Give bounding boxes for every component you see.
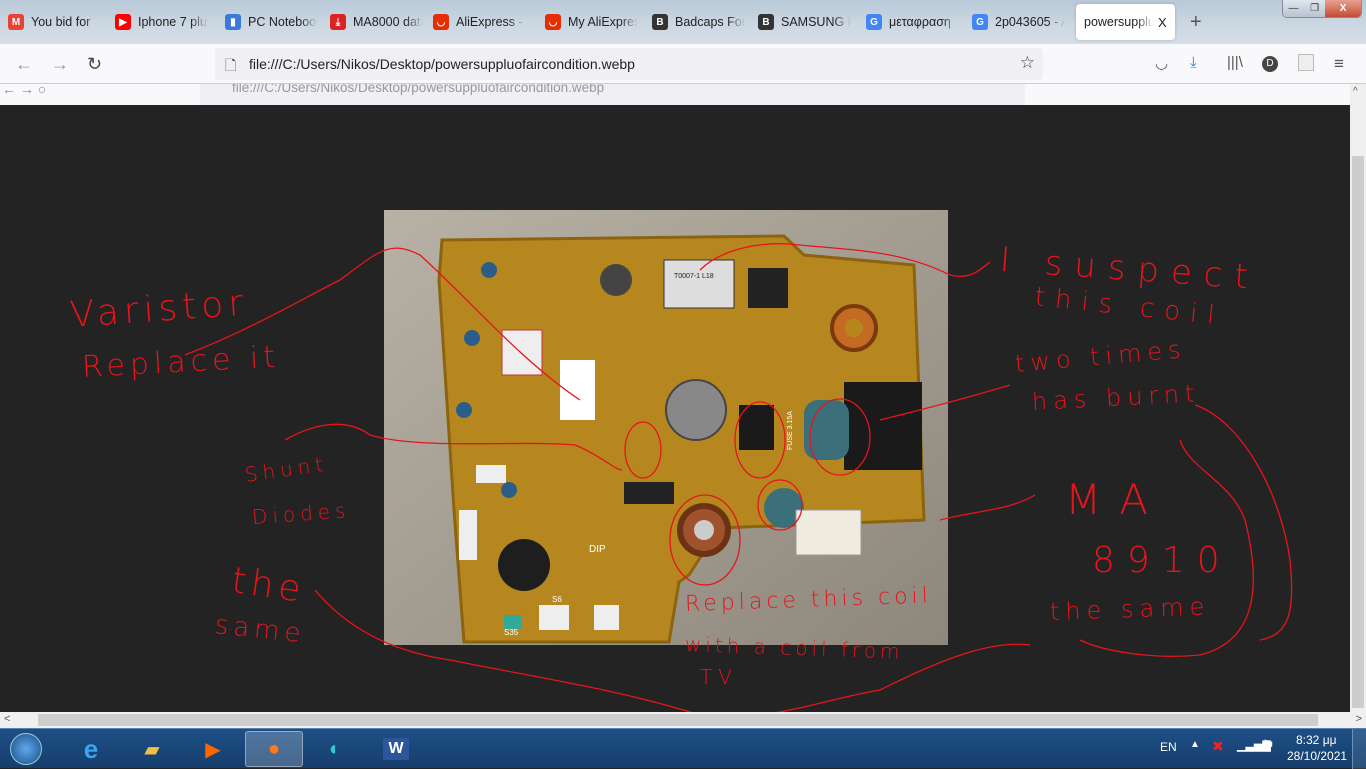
url-text[interactable]: file:///C:/Users/Nikos/Desktop/powersupp… bbox=[249, 56, 635, 72]
relay bbox=[844, 382, 922, 470]
show-hidden-icons[interactable]: ▲ bbox=[1190, 739, 1200, 750]
vertical-scroll-thumb[interactable] bbox=[1352, 156, 1364, 708]
annotation-the-same-right: the same bbox=[1049, 592, 1211, 626]
tab[interactable]: Gμεταφραση bbox=[866, 5, 959, 39]
horizontal-scrollbar[interactable]: < > bbox=[0, 712, 1366, 728]
svg-text:T0007-1 L18: T0007-1 L18 bbox=[674, 273, 714, 280]
pcb-board-drawing: T0007-1 L18 DIP S6 S35 FUSE 3.15A bbox=[384, 210, 948, 645]
tab[interactable]: B SAMSUNG R bbox=[758, 5, 851, 39]
captured-nav-icons: ← → ○ bbox=[2, 84, 47, 97]
reload-button[interactable]: ↻ bbox=[87, 54, 102, 75]
back-button[interactable]: ← bbox=[15, 54, 33, 75]
tab-label: Badcaps Forum bbox=[675, 15, 745, 29]
tab-label: μεταφραση bbox=[889, 15, 951, 29]
file-explorer-icon[interactable]: ▰ bbox=[123, 731, 181, 767]
scroll-up-icon[interactable]: ^ bbox=[1353, 86, 1358, 97]
menu-icon[interactable]: ≡ bbox=[1334, 54, 1344, 74]
word-icon[interactable]: W bbox=[367, 731, 425, 767]
tab[interactable]: G 2p043605 - A bbox=[972, 5, 1065, 39]
tab-label: 2p043605 - A bbox=[995, 15, 1065, 29]
transformer bbox=[663, 259, 735, 309]
tab[interactable]: M You bid for bbox=[8, 5, 101, 39]
bulk-capacitor bbox=[665, 379, 727, 441]
tab[interactable]: ▶ Iphone 7 plus bbox=[115, 5, 208, 39]
power-plug-icon[interactable]: ✖ bbox=[1212, 738, 1224, 755]
tab-bar: M You bid for ▶ Iphone 7 plus ▮ PC Notebook ⤓ M… bbox=[0, 0, 1366, 44]
library-icon[interactable]: |||\ bbox=[1227, 54, 1243, 71]
firefox-icon[interactable]: ● bbox=[245, 731, 303, 767]
svg-text:DIP: DIP bbox=[589, 544, 606, 555]
minimize-button[interactable]: — bbox=[1283, 0, 1305, 17]
tab[interactable]: ◡ AliExpress - bbox=[433, 5, 526, 39]
vertical-scrollbar[interactable]: ^ bbox=[1350, 84, 1366, 712]
navigation-toolbar: ← → ↻ 🗋 file:///C:/Users/Nikos/Desktop/p… bbox=[0, 44, 1366, 84]
restore-button[interactable]: ❐ bbox=[1304, 0, 1326, 17]
tab-label: SAMSUNG R bbox=[781, 15, 851, 29]
buzzer bbox=[498, 539, 550, 591]
window-controls: — ❐ X bbox=[1282, 0, 1362, 18]
close-window-button[interactable]: X bbox=[1325, 0, 1361, 17]
media-player-icon[interactable]: ▶ bbox=[184, 731, 242, 767]
tab-label: AliExpress - bbox=[456, 15, 523, 29]
svg-text:FUSE 3.15A: FUSE 3.15A bbox=[787, 411, 794, 450]
action-center-flag-icon[interactable]: ⚑ bbox=[1262, 737, 1275, 754]
edge-icon[interactable]: ◐ bbox=[306, 731, 364, 767]
address-bar[interactable]: 🗋 file:///C:/Users/Nikos/Desktop/powersu… bbox=[215, 48, 1043, 80]
language-indicator[interactable]: EN bbox=[1160, 740, 1177, 754]
captured-url: file:///C:/Users/Nikos/Desktop/powersupp… bbox=[200, 84, 1025, 105]
scroll-right-icon[interactable]: > bbox=[1356, 713, 1362, 725]
downloads-icon[interactable]: ⤓ bbox=[1190, 54, 1197, 71]
tab-label: My AliExpress bbox=[568, 15, 638, 29]
clock-date[interactable]: 28/10/2021 bbox=[1287, 749, 1347, 763]
annotation-tv: TV bbox=[700, 665, 738, 689]
internet-explorer-icon[interactable]: e bbox=[62, 731, 120, 767]
tab-label: powersuppluofaircondition bbox=[1084, 15, 1154, 29]
gmail-icon: M bbox=[8, 14, 24, 30]
x-capacitor bbox=[804, 400, 849, 460]
clock-time[interactable]: 8:32 μμ bbox=[1296, 733, 1337, 747]
bookmark-star-icon[interactable]: ☆ bbox=[1020, 53, 1035, 73]
annotation-ma: MA bbox=[1065, 475, 1166, 524]
pcb-photo: T0007-1 L18 DIP S6 S35 FUSE 3.15A bbox=[384, 210, 948, 645]
tab[interactable]: powersuppluofaircondition X bbox=[1076, 4, 1175, 40]
tab-label: PC Notebook bbox=[248, 15, 318, 29]
close-tab-icon[interactable]: X bbox=[1158, 15, 1167, 30]
page-icon: 🗋 bbox=[225, 57, 237, 73]
badcaps-icon: B bbox=[652, 14, 668, 30]
forward-button[interactable]: → bbox=[51, 54, 69, 75]
shopping-bag-icon: ▮ bbox=[225, 14, 241, 30]
show-desktop-button[interactable] bbox=[1352, 729, 1366, 769]
tab[interactable]: B Badcaps Forum bbox=[652, 5, 745, 39]
tab-label: Iphone 7 plus bbox=[138, 15, 208, 29]
svg-text:S6: S6 bbox=[552, 595, 562, 604]
tab[interactable]: ▮ PC Notebook bbox=[225, 5, 318, 39]
tab[interactable]: ⤓ MA8000 datasheet bbox=[330, 5, 423, 39]
annotation-8910: 8910 bbox=[1092, 540, 1232, 581]
badcaps-icon: B bbox=[758, 14, 774, 30]
svg-text:S35: S35 bbox=[504, 628, 519, 637]
pocket-icon[interactable]: ◡ bbox=[1155, 54, 1168, 72]
start-button[interactable] bbox=[0, 731, 52, 767]
extension-icon[interactable] bbox=[1298, 54, 1314, 71]
new-tab-button[interactable]: + bbox=[1190, 5, 1202, 39]
tab-label: You bid for bbox=[31, 15, 91, 29]
google-icon: G bbox=[972, 14, 988, 30]
google-icon: G bbox=[866, 14, 882, 30]
taskbar: e ▰ ▶ ● ◐ W EN ▲ ✖ ▁▃▅▇ ⚑ 8:32 μμ 28/10/… bbox=[0, 728, 1366, 769]
aliexpress-icon: ◡ bbox=[545, 14, 561, 30]
scroll-left-icon[interactable]: < bbox=[4, 713, 10, 725]
tab-label: MA8000 datasheet bbox=[353, 15, 423, 29]
account-avatar-icon[interactable]: D bbox=[1262, 56, 1278, 72]
tab[interactable]: ◡ My AliExpress bbox=[545, 5, 638, 39]
horizontal-scroll-thumb[interactable] bbox=[38, 714, 1318, 726]
aliexpress-icon: ◡ bbox=[433, 14, 449, 30]
pdf-icon: ⤓ bbox=[330, 14, 346, 30]
youtube-icon: ▶ bbox=[115, 14, 131, 30]
captured-toolbar-strip: ← → ○ file:///C:/Users/Nikos/Desktop/pow… bbox=[0, 84, 1350, 105]
